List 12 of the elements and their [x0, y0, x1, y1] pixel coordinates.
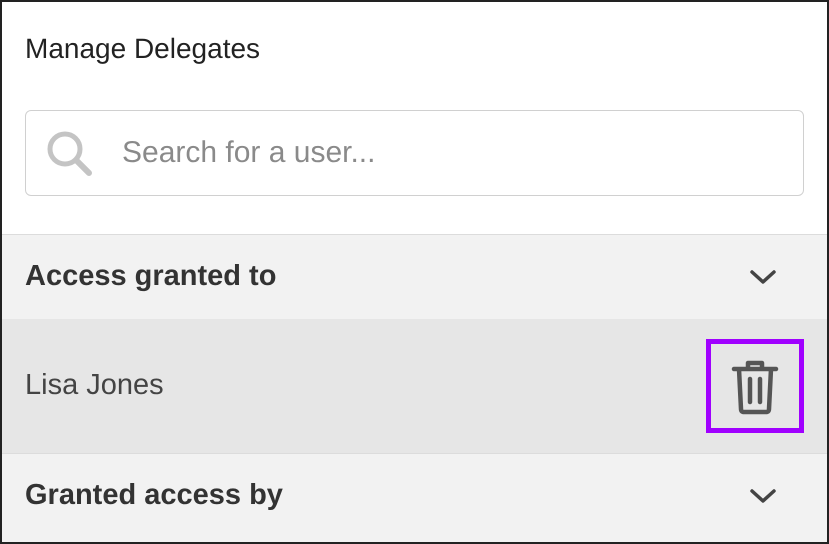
search-icon	[45, 129, 93, 177]
section-title: Granted access by	[25, 478, 283, 514]
section-header[interactable]: Granted access by	[2, 453, 827, 538]
section-header[interactable]: Access granted to	[2, 234, 827, 319]
panel-title: Manage Delegates	[25, 33, 260, 64]
delete-button[interactable]	[706, 339, 804, 433]
chevron-down-icon	[749, 488, 777, 504]
delegate-name: Lisa Jones	[25, 368, 164, 404]
chevron-down-icon	[749, 269, 777, 285]
section-title: Access granted to	[25, 259, 276, 294]
search-field[interactable]: Search for a user...	[25, 110, 804, 196]
delegate-row[interactable]: Lisa Jones	[2, 319, 827, 453]
